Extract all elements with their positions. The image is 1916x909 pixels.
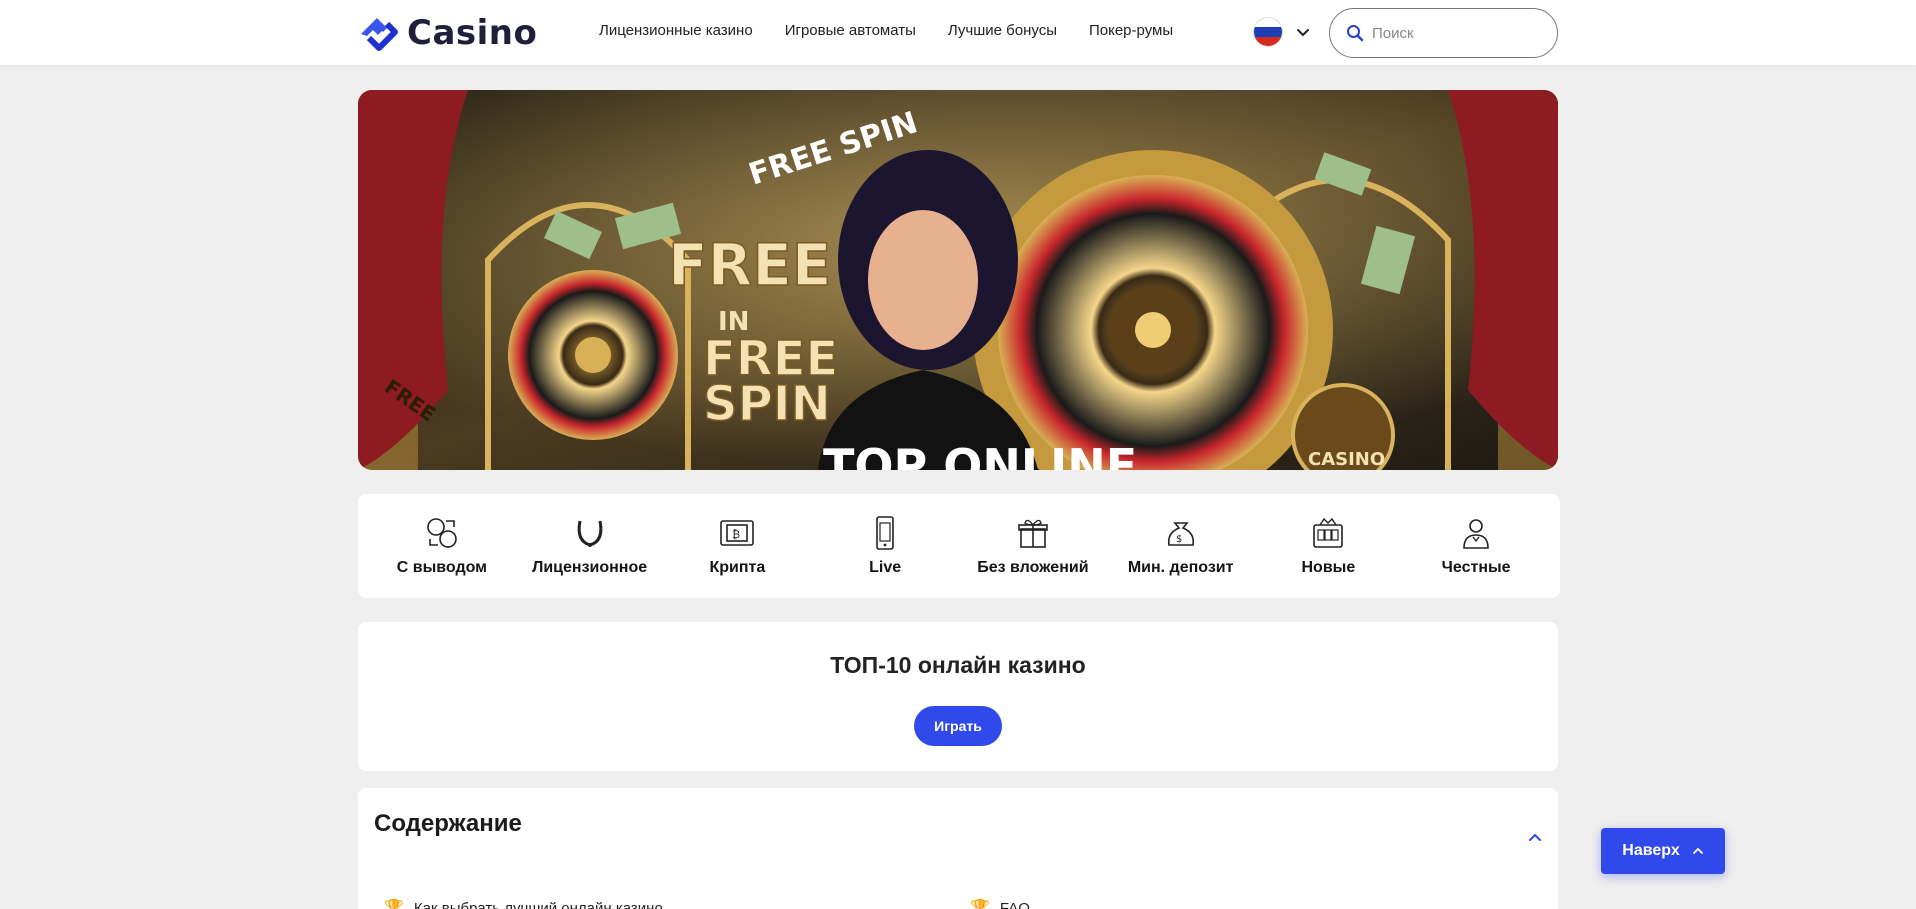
site-header: Casino Лицензионные казино Игровые автом… — [0, 0, 1916, 65]
category-label: Мин. депозит — [1127, 559, 1234, 576]
category-bar: С выводом Лицензионное ₿ Крипта Live Без… — [358, 494, 1560, 598]
toc-title: Содержание — [374, 810, 522, 837]
play-button[interactable]: Играть — [914, 706, 1002, 746]
category-label: Без вложений — [977, 559, 1089, 576]
category-withdrawal[interactable]: С выводом — [372, 515, 512, 577]
nav-licensed-casinos[interactable]: Лицензионные казино — [599, 22, 753, 39]
horseshoe-icon — [577, 520, 602, 547]
svg-text:CASINO: CASINO — [1308, 449, 1385, 470]
toc-item[interactable]: 🏆 FAQ — [970, 898, 1030, 909]
mobile-phone-icon — [876, 516, 894, 550]
category-live[interactable]: Live — [815, 515, 955, 577]
toc-item[interactable]: 🏆 Как выбрать лучший онлайн казино — [384, 898, 663, 909]
chevron-up-icon — [1692, 847, 1703, 854]
category-label: Live — [869, 559, 902, 576]
table-of-contents: Содержание 🏆 Как выбрать лучший онлайн к… — [358, 788, 1558, 909]
slot-machine-icon — [1313, 517, 1344, 548]
chevron-up-icon[interactable] — [1526, 828, 1544, 846]
language-selector[interactable] — [1253, 17, 1311, 47]
search-input[interactable] — [1372, 24, 1542, 42]
category-label: Лицензионное — [532, 559, 648, 576]
category-label: С выводом — [396, 559, 487, 576]
trophy-icon: 🏆 — [384, 900, 404, 909]
nav-best-bonuses[interactable]: Лучшие бонусы — [948, 22, 1057, 39]
category-new[interactable]: Новые — [1258, 515, 1398, 577]
russia-flag-icon — [1253, 17, 1283, 47]
logo-icon — [361, 18, 398, 51]
money-bag-icon: $ — [1167, 522, 1194, 546]
category-no-deposit[interactable]: Без вложений — [963, 515, 1103, 577]
main-nav: Лицензионные казино Игровые автоматы Луч… — [599, 22, 1173, 39]
crypto-wallet-icon: ₿ — [720, 520, 755, 546]
search-box[interactable] — [1329, 8, 1558, 58]
chevron-down-icon — [1297, 29, 1309, 37]
back-to-top-label: Наверх — [1622, 842, 1680, 859]
category-fair[interactable]: Честные — [1406, 515, 1546, 577]
top10-section: ТОП-10 онлайн казино Играть — [358, 622, 1558, 771]
gift-icon — [1018, 519, 1048, 548]
category-min-deposit[interactable]: $ Мин. депозит — [1111, 515, 1251, 577]
trophy-icon: 🏆 — [970, 900, 990, 909]
category-crypto[interactable]: ₿ Крипта — [667, 515, 807, 577]
top10-title: ТОП-10 онлайн казино — [830, 652, 1086, 678]
banner-image: FREE SPIN FREE IN FREE SPIN TOP ONLINE F… — [358, 90, 1558, 470]
category-label: Новые — [1301, 559, 1356, 576]
category-licensed[interactable]: Лицензионное — [520, 515, 660, 577]
promo-banner[interactable]: FREE SPIN FREE IN FREE SPIN TOP ONLINE F… — [358, 90, 1558, 470]
dealer-icon — [1463, 519, 1489, 549]
svg-text:TOP ONLINE: TOP ONLINE — [823, 439, 1137, 470]
category-label: Крипта — [709, 559, 766, 576]
svg-text:SPIN: SPIN — [703, 376, 831, 432]
logo-text: Casino — [407, 13, 538, 53]
toc-item-label: FAQ — [999, 899, 1030, 909]
nav-slot-machines[interactable]: Игровые автоматы — [785, 22, 916, 39]
search-icon — [1347, 25, 1364, 42]
nav-poker-rooms[interactable]: Покер-румы — [1089, 22, 1173, 39]
back-to-top-button[interactable]: Наверх — [1601, 828, 1725, 874]
svg-text:FREE: FREE — [668, 231, 832, 299]
category-label: Честные — [1441, 559, 1511, 576]
svg-text:₿: ₿ — [732, 528, 740, 541]
logo[interactable]: Casino — [357, 12, 537, 54]
svg-text:$: $ — [1176, 534, 1182, 545]
toc-item-label: Как выбрать лучший онлайн казино — [413, 899, 663, 909]
coins-exchange-icon — [427, 518, 457, 548]
